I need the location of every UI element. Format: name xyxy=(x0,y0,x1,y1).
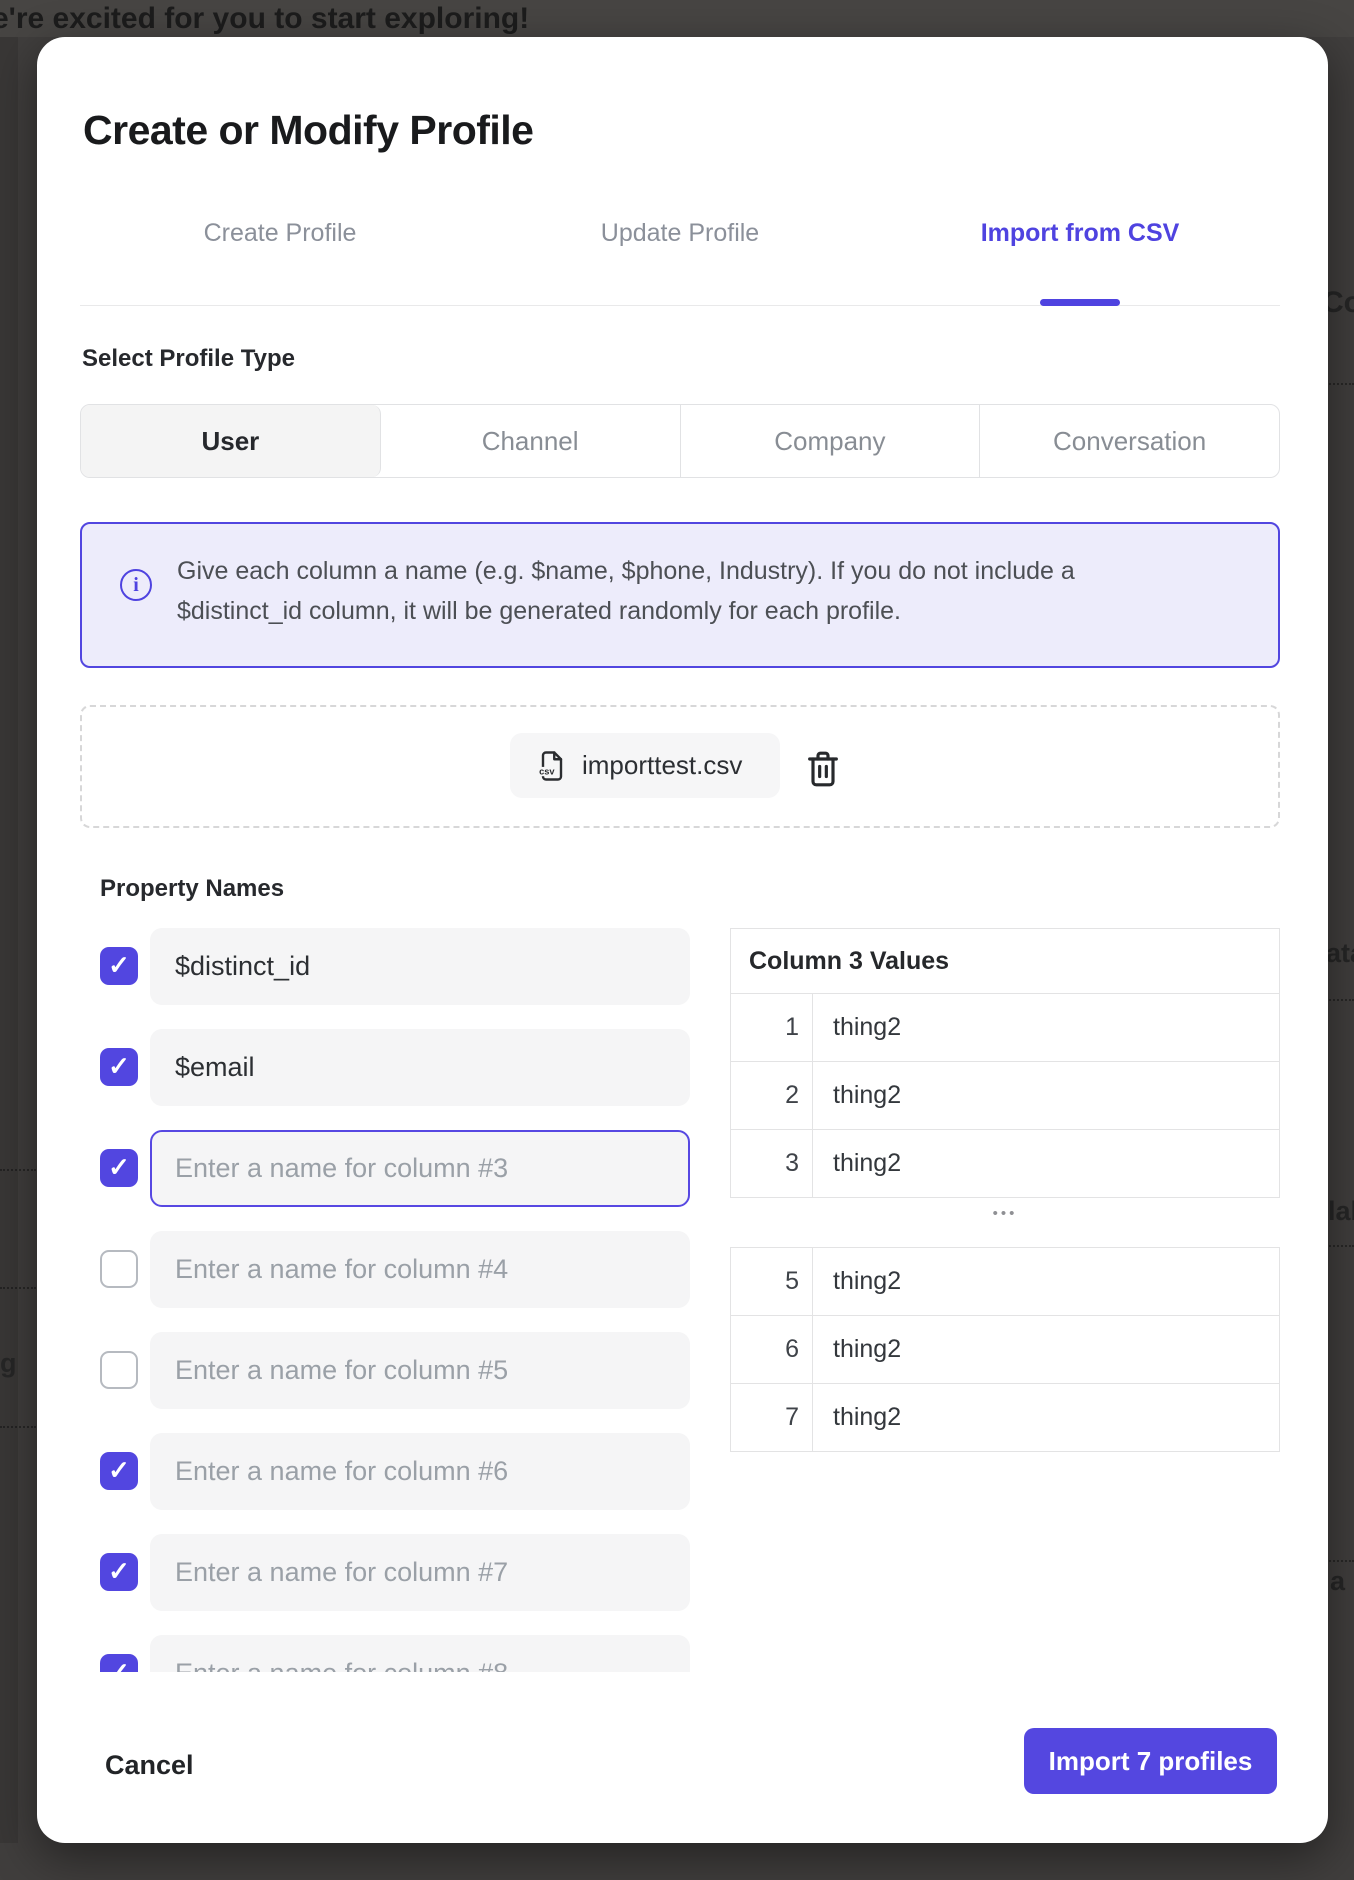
profile-type-user[interactable]: User xyxy=(81,405,381,477)
table-row: 7 thing2 xyxy=(731,1383,1279,1451)
check-icon: ✓ xyxy=(108,1154,130,1180)
column-values-preview-table-continued: 5 thing2 6 thing2 7 thing2 xyxy=(730,1247,1280,1452)
background-grid-line xyxy=(0,1426,36,1428)
background-text-fragment: g xyxy=(0,1348,17,1379)
property-names-label: Property Names xyxy=(100,875,284,903)
check-icon: ✓ xyxy=(108,1457,130,1483)
column-3-name-input[interactable] xyxy=(150,1130,690,1207)
background-grid-line xyxy=(0,1287,36,1289)
table-row: 3 thing2 xyxy=(731,1129,1279,1197)
table-ellipsis: ••• xyxy=(730,1205,1280,1222)
delete-file-button[interactable] xyxy=(803,747,843,791)
background-grid-line xyxy=(1326,1245,1354,1247)
row-index: 6 xyxy=(731,1316,813,1383)
table-row: 1 thing2 xyxy=(731,993,1279,1061)
column-1-name-input[interactable] xyxy=(150,928,690,1005)
column-2-name-input[interactable] xyxy=(150,1029,690,1106)
row-index: 1 xyxy=(731,994,813,1061)
column-8-checkbox[interactable]: ✓ xyxy=(100,1654,138,1672)
clipped-row-container: ✓ xyxy=(80,1635,720,1672)
row-value: thing2 xyxy=(813,1248,1279,1315)
column-8-name-input[interactable] xyxy=(150,1635,690,1672)
column-7-checkbox[interactable]: ✓ xyxy=(100,1553,138,1591)
column-2-checkbox[interactable]: ✓ xyxy=(100,1048,138,1086)
background-grid-line xyxy=(1326,383,1354,385)
profile-type-channel[interactable]: Channel xyxy=(381,405,681,477)
profile-type-segmented-control: User Channel Company Conversation xyxy=(80,404,1280,478)
background-text-fragment: ata xyxy=(1326,938,1354,969)
csv-file-icon: csv xyxy=(534,748,570,784)
background-grid-line xyxy=(1326,999,1354,1001)
background-banner: e're excited for you to start exploring! xyxy=(0,0,1354,37)
background-grid-line xyxy=(0,1169,36,1171)
column-4-checkbox[interactable]: ✓ xyxy=(100,1250,138,1288)
table-row: 2 thing2 xyxy=(731,1061,1279,1129)
tab-import-from-csv[interactable]: Import from CSV xyxy=(880,219,1280,248)
column-7-name-input[interactable] xyxy=(150,1534,690,1611)
column-3-checkbox[interactable]: ✓ xyxy=(100,1149,138,1187)
row-index: 3 xyxy=(731,1130,813,1197)
info-banner-text: Give each column a name (e.g. $name, $ph… xyxy=(177,551,1187,631)
column-4-name-input[interactable] xyxy=(150,1231,690,1308)
column-values-preview-table: Column 3 Values 1 thing2 2 thing2 3 thin… xyxy=(730,928,1280,1198)
background-grid-line xyxy=(1326,1560,1354,1562)
row-value: thing2 xyxy=(813,994,1279,1061)
column-6-name-input[interactable] xyxy=(150,1433,690,1510)
active-tab-indicator xyxy=(1040,299,1120,306)
check-icon: ✓ xyxy=(108,952,130,978)
row-value: thing2 xyxy=(813,1130,1279,1197)
table-row: 5 thing2 xyxy=(731,1248,1279,1315)
background-text-fragment: lab xyxy=(1328,1196,1354,1227)
check-icon: ✓ xyxy=(108,1053,130,1079)
info-icon: i xyxy=(120,569,152,601)
row-index: 7 xyxy=(731,1384,813,1451)
background-text-fragment: a xyxy=(1330,1566,1345,1597)
row-value: thing2 xyxy=(813,1316,1279,1383)
info-banner: i Give each column a name (e.g. $name, $… xyxy=(80,522,1280,668)
table-row: 6 thing2 xyxy=(731,1315,1279,1383)
dialog-title: Create or Modify Profile xyxy=(83,107,533,154)
uploaded-file-name: importtest.csv xyxy=(582,750,742,781)
column-5-name-input[interactable] xyxy=(150,1332,690,1409)
create-or-modify-profile-dialog: Create or Modify Profile Create Profile … xyxy=(37,37,1328,1843)
check-icon: ✓ xyxy=(108,1558,130,1584)
row-index: 5 xyxy=(731,1248,813,1315)
tab-create-profile[interactable]: Create Profile xyxy=(80,219,480,248)
select-profile-type-label: Select Profile Type xyxy=(82,345,295,373)
cancel-button[interactable]: Cancel xyxy=(105,1750,194,1781)
tab-update-profile[interactable]: Update Profile xyxy=(480,219,880,248)
svg-text:csv: csv xyxy=(539,766,555,776)
check-icon: ✓ xyxy=(108,1659,130,1672)
row-index: 2 xyxy=(731,1062,813,1129)
preview-table-header: Column 3 Values xyxy=(731,929,1279,993)
column-5-checkbox[interactable]: ✓ xyxy=(100,1351,138,1389)
background-banner-text: e're excited for you to start exploring! xyxy=(0,2,529,36)
column-1-checkbox[interactable]: ✓ xyxy=(100,947,138,985)
background-sidebar-edge xyxy=(0,37,18,1843)
page-background: e're excited for you to start exploring!… xyxy=(0,0,1354,1880)
profile-type-conversation[interactable]: Conversation xyxy=(980,405,1279,477)
import-profiles-button[interactable]: Import 7 profiles xyxy=(1024,1728,1277,1794)
uploaded-file-chip: csv importtest.csv xyxy=(510,733,780,798)
row-value: thing2 xyxy=(813,1384,1279,1451)
column-6-checkbox[interactable]: ✓ xyxy=(100,1452,138,1490)
profile-type-company[interactable]: Company xyxy=(681,405,981,477)
row-value: thing2 xyxy=(813,1062,1279,1129)
